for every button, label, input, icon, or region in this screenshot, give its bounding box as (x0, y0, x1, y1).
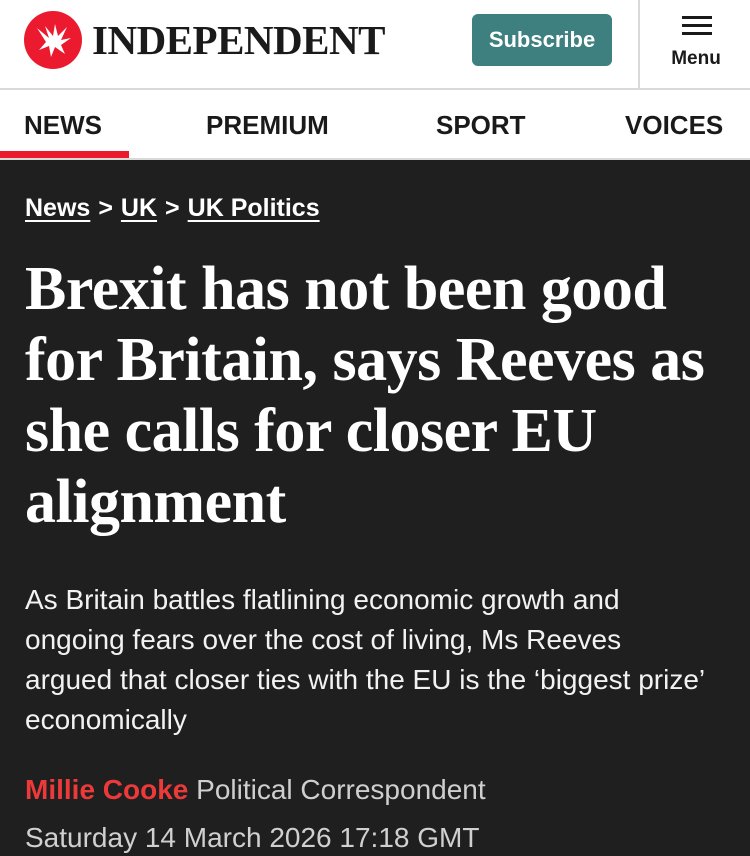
breadcrumb-news[interactable]: News (25, 194, 90, 222)
breadcrumb-uk-politics[interactable]: UK Politics (188, 194, 320, 222)
subscribe-button[interactable]: Subscribe (472, 14, 612, 66)
nav-item-news[interactable]: NEWS (24, 110, 102, 141)
active-nav-indicator (0, 151, 129, 158)
article-standfirst: As Britain battles flatlining economic g… (25, 584, 705, 735)
nav-item-premium[interactable]: PREMIUM (206, 110, 329, 141)
site-logo[interactable]: INDEPENDENT (24, 11, 385, 69)
breadcrumb-separator: > (98, 194, 113, 222)
eagle-logo-icon (24, 11, 82, 69)
nav-item-sport[interactable]: SPORT (436, 110, 526, 141)
menu-button[interactable]: Menu (638, 0, 750, 90)
publish-date: Saturday 14 March 2026 17:18 GMT (25, 822, 480, 853)
byline: Millie Cooke Political Correspondent (25, 774, 486, 806)
menu-label: Menu (671, 48, 721, 69)
article-headline: Brexit has not been good for Britain, sa… (25, 255, 705, 536)
nav-item-voices[interactable]: VOICES (625, 110, 723, 141)
author-name[interactable]: Millie Cooke (25, 774, 188, 805)
author-role: Political Correspondent (196, 774, 486, 805)
site-header: INDEPENDENT Subscribe Menu (0, 0, 750, 90)
brand-name: INDEPENDENT (92, 17, 385, 63)
section-nav: NEWS PREMIUM SPORT VOICES (0, 90, 750, 160)
breadcrumb: News > UK > UK Politics (25, 194, 320, 223)
breadcrumb-separator: > (165, 194, 180, 222)
article-header: News > UK > UK Politics Brexit has not been … (0, 160, 750, 856)
breadcrumb-uk[interactable]: UK (121, 194, 157, 222)
hamburger-icon (682, 16, 712, 35)
